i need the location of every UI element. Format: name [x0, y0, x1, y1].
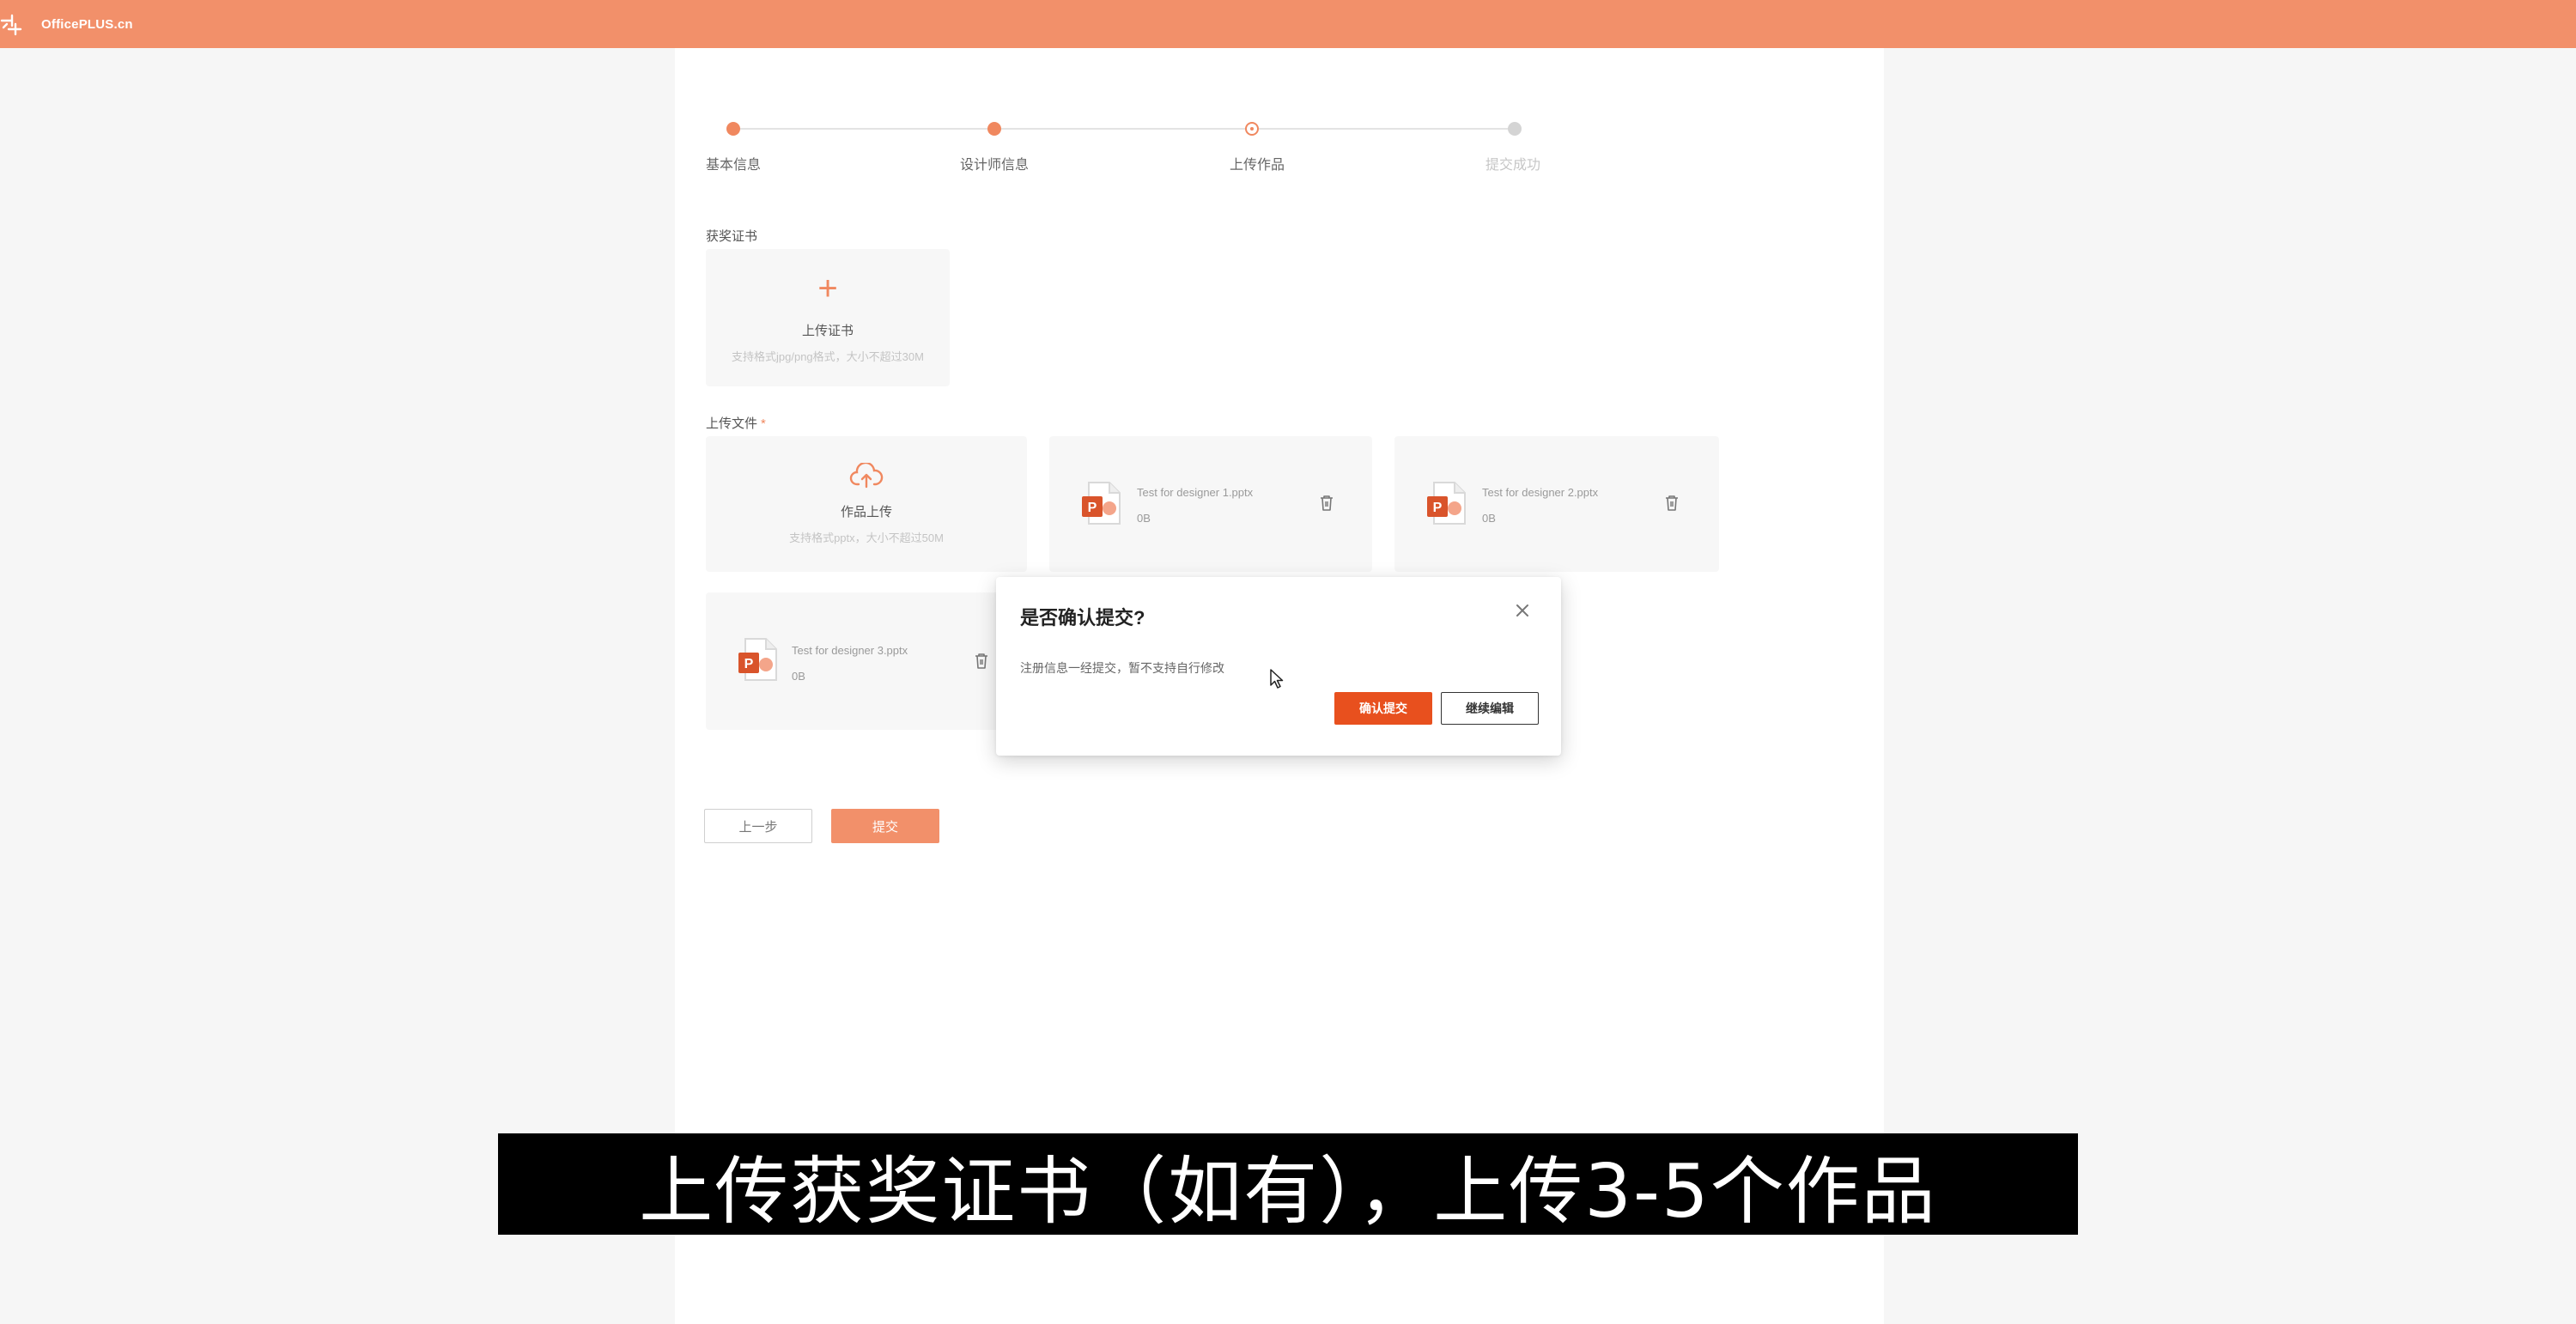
files-section-label: 上传文件 * — [706, 414, 766, 432]
officeplus-logo-icon — [0, 14, 22, 36]
step-dot-designer-info — [987, 122, 1001, 136]
certificate-upload-hint: 支持格式jpg/png格式，大小不超过30M — [732, 350, 924, 363]
prev-step-button[interactable]: 上一步 — [704, 809, 812, 843]
pptx-file-icon: P — [1427, 482, 1466, 525]
trash-icon[interactable] — [1664, 495, 1680, 512]
close-icon[interactable] — [1513, 601, 1532, 620]
files-section-label-text: 上传文件 — [706, 416, 758, 431]
step-connector — [1001, 128, 1252, 130]
confirm-submit-dialog: 是否确认提交? 注册信息一经提交，暂不支持自行修改 确认提交 继续编辑 — [996, 577, 1561, 756]
svg-text:P: P — [1088, 501, 1097, 515]
submit-button[interactable]: 提交 — [831, 809, 939, 843]
continue-editing-button[interactable]: 继续编辑 — [1441, 692, 1539, 725]
step-label-basic-info[interactable]: 基本信息 — [706, 153, 761, 173]
step-dot-basic-info — [726, 122, 740, 136]
dialog-message: 注册信息一经提交，暂不支持自行修改 — [1020, 661, 1224, 675]
trash-icon[interactable] — [974, 653, 989, 670]
step-connector — [1259, 128, 1510, 130]
pptx-file-icon: P — [738, 638, 777, 681]
file-size: 0B — [1482, 512, 1496, 525]
plus-icon: + — [817, 270, 838, 307]
file-size: 0B — [792, 670, 805, 683]
works-upload-title: 作品上传 — [840, 505, 892, 519]
certificate-upload-box[interactable]: + 上传证书 支持格式jpg/png格式，大小不超过30M — [706, 249, 950, 386]
top-bar: OfficePLUS.cn — [0, 0, 2576, 48]
trash-icon[interactable] — [1319, 495, 1334, 512]
mouse-cursor-icon — [1270, 669, 1284, 689]
step-label-submit-success: 提交成功 — [1485, 158, 1541, 173]
step-label-designer-info[interactable]: 设计师信息 — [960, 153, 1029, 173]
file-size: 0B — [1137, 512, 1151, 525]
cloud-upload-icon — [849, 463, 884, 489]
step-dot-upload-works — [1245, 122, 1259, 136]
brand[interactable]: OfficePLUS.cn — [0, 12, 133, 36]
video-subtitle-caption: 上传获奖证书（如有），上传3-5个作品 — [498, 1133, 2078, 1235]
certificate-section-label: 获奖证书 — [706, 229, 758, 244]
pptx-file-icon: P — [1082, 482, 1121, 525]
file-name: Test for designer 3.pptx — [792, 644, 908, 657]
brand-name: OfficePLUS.cn — [41, 16, 133, 32]
works-upload-box[interactable]: 作品上传 支持格式pptx，大小不超过50M — [706, 436, 1027, 572]
confirm-submit-button[interactable]: 确认提交 — [1334, 692, 1432, 725]
file-card: P Test for designer 3.pptx 0B — [706, 592, 1027, 730]
file-card: P Test for designer 1.pptx 0B — [1049, 436, 1372, 572]
required-mark: * — [761, 416, 766, 431]
file-name: Test for designer 2.pptx — [1482, 486, 1599, 499]
file-card: P Test for designer 2.pptx 0B — [1394, 436, 1719, 572]
certificate-upload-title: 上传证书 — [801, 324, 854, 338]
step-connector — [740, 128, 994, 130]
svg-text:P: P — [1433, 501, 1443, 515]
step-label-upload-works[interactable]: 上传作品 — [1230, 153, 1285, 173]
svg-text:P: P — [744, 657, 754, 671]
file-name: Test for designer 1.pptx — [1137, 486, 1254, 499]
dialog-title: 是否确认提交? — [1020, 607, 1145, 629]
works-upload-hint: 支持格式pptx，大小不超过50M — [789, 531, 944, 544]
step-dot-submit-success — [1508, 122, 1522, 136]
